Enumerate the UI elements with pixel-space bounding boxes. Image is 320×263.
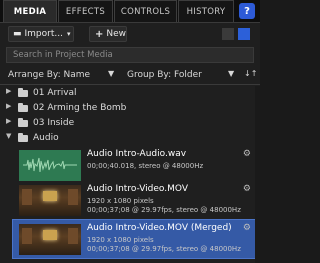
media-resolution: 1920 x 1080 pixels	[87, 197, 154, 205]
gear-icon[interactable]: ⚙	[243, 223, 251, 233]
sort-order-icon[interactable]: ↓↑	[244, 69, 257, 78]
tab-effects[interactable]: EFFECTS	[58, 0, 113, 22]
media-item[interactable]: Audio Intro-Audio.wav 00;00;40.018, ster…	[13, 146, 255, 184]
folder-name: Audio	[33, 133, 59, 143]
tab-controls[interactable]: CONTROLS	[114, 0, 177, 22]
media-resolution: 1920 x 1080 pixels	[87, 236, 154, 244]
arrange-by-dropdown[interactable]: Arrange By: Name	[8, 70, 90, 80]
gear-icon[interactable]: ⚙	[243, 184, 251, 194]
folder-icon	[18, 118, 28, 127]
media-tree: ▶ 01 Arrival ▶ 02 Arming the Bomb ▶ 03 I…	[0, 86, 260, 146]
tab-media[interactable]: MEDIA	[3, 0, 57, 22]
thumbnail-view-icon[interactable]	[222, 28, 234, 40]
folder-icon	[18, 103, 28, 112]
media-title: Audio Intro-Audio.wav	[87, 149, 187, 159]
folder-row[interactable]: ▶ 02 Arming the Bomb	[0, 101, 260, 116]
folder-row[interactable]: ▼ Audio	[0, 131, 260, 146]
waveform-icon	[23, 157, 77, 173]
media-title: Audio Intro-Video.MOV (Merged)	[87, 223, 232, 233]
search-input[interactable]: Search in Project Media	[6, 47, 254, 63]
divider	[0, 84, 260, 85]
scrollbar[interactable]	[255, 86, 260, 263]
media-title: Audio Intro-Video.MOV	[87, 184, 188, 194]
folder-row[interactable]: ▶ 03 Inside	[0, 116, 260, 131]
collapse-arrow-icon[interactable]: ▼	[6, 132, 11, 140]
tab-history[interactable]: HISTORY	[178, 0, 234, 22]
media-item-selected[interactable]: Audio Intro-Video.MOV (Merged) 1920 x 10…	[12, 219, 256, 259]
gear-icon[interactable]: ⚙	[243, 149, 251, 159]
expand-arrow-icon[interactable]: ▶	[6, 102, 11, 110]
chevron-down-icon[interactable]: ▼	[108, 69, 114, 78]
media-panel: MEDIA EFFECTS CONTROLS HISTORY ? ▬ Impor…	[0, 0, 260, 263]
help-button[interactable]: ?	[239, 3, 255, 19]
expand-arrow-icon[interactable]: ▶	[6, 117, 11, 125]
list-view-icon[interactable]	[238, 28, 250, 40]
media-details: 00;00;37;08 @ 29.97fps, stereo @ 48000Hz	[87, 206, 241, 214]
tab-bar: MEDIA EFFECTS CONTROLS HISTORY ?	[0, 0, 260, 23]
media-details: 00;00;37;08 @ 29.97fps, stereo @ 48000Hz	[87, 245, 241, 253]
video-thumbnail	[19, 185, 81, 216]
folder-icon	[18, 88, 28, 97]
toolbar: ▬ Import... ▾ + New	[0, 23, 260, 45]
folder-name: 01 Arrival	[33, 88, 77, 98]
expand-arrow-icon[interactable]: ▶	[6, 87, 11, 95]
plus-icon: +	[95, 28, 104, 40]
media-item[interactable]: Audio Intro-Video.MOV 1920 x 1080 pixels…	[13, 181, 255, 219]
folder-row[interactable]: ▶ 01 Arrival	[0, 86, 260, 101]
import-label: Import...	[24, 29, 63, 39]
folder-name: 03 Inside	[33, 118, 75, 128]
new-label: New	[106, 29, 127, 39]
arrange-row: Arrange By: Name ▼ Group By: Folder ▼ ↓↑	[0, 68, 260, 84]
chevron-down-icon[interactable]: ▼	[228, 69, 234, 78]
folder-name: 02 Arming the Bomb	[33, 103, 127, 113]
chevron-down-icon: ▾	[66, 30, 71, 38]
group-by-dropdown[interactable]: Group By: Folder	[127, 70, 202, 80]
import-button[interactable]: ▬ Import... ▾	[8, 26, 74, 42]
media-details: 00;00;40.018, stereo @ 48000Hz	[87, 162, 204, 170]
folder-icon: ▬	[13, 29, 22, 39]
video-thumbnail	[19, 224, 81, 255]
folder-icon	[18, 133, 28, 142]
audio-waveform-thumbnail	[19, 150, 81, 181]
new-button[interactable]: + New	[89, 26, 127, 42]
